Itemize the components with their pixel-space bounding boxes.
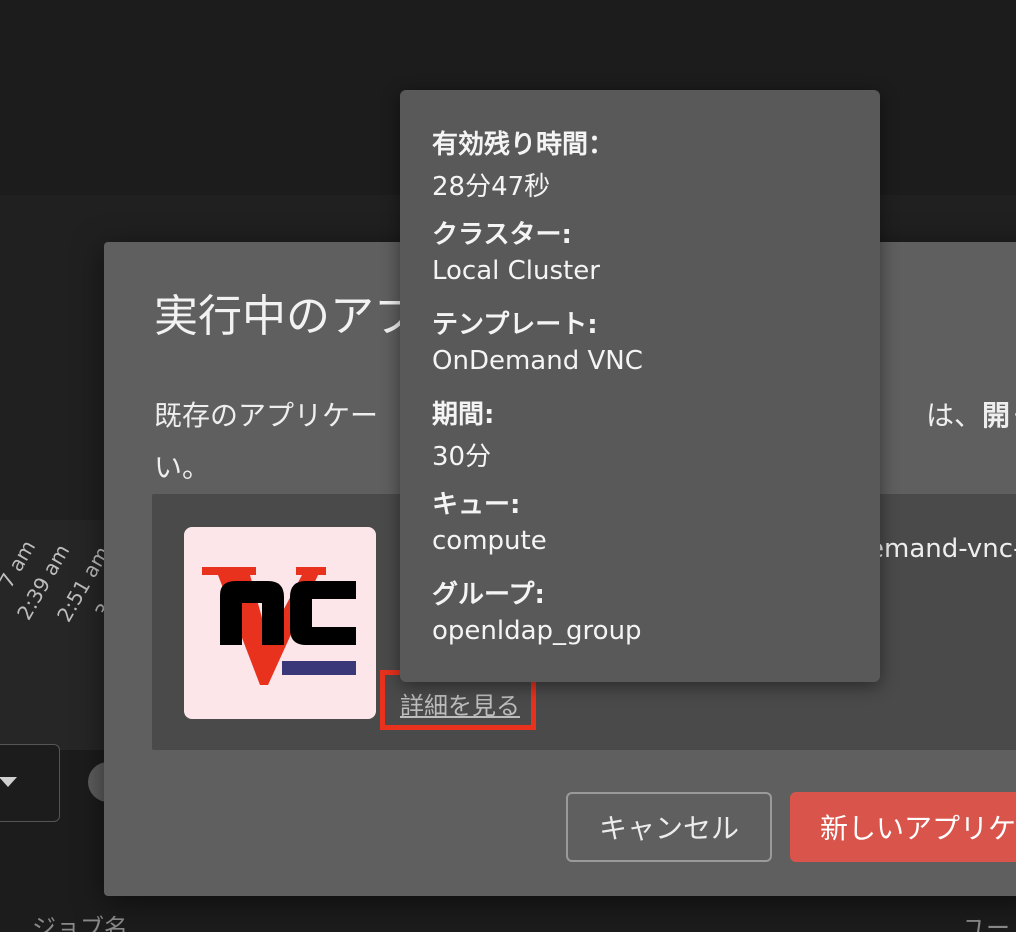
session-name: emand-vnc- <box>868 534 1016 564</box>
vnc-logo-icon <box>184 527 376 719</box>
tooltip-value-duration: 30分 <box>432 442 492 472</box>
tooltip-value-time-remaining: 28分47秒 <box>432 172 551 202</box>
description-open-keyword: 開く <box>982 399 1016 432</box>
tooltip-label-group: グループ: <box>432 580 545 610</box>
description-text-mid: は、開く を <box>926 390 1016 442</box>
tooltip-value-group: openldap_group <box>432 616 642 646</box>
session-details-tooltip: 有効残り時間： 28分47秒 クラスター: Local Cluster テンプレ… <box>400 90 880 682</box>
description-text-connector: は、 <box>926 399 983 432</box>
new-app-button[interactable]: 新しいアプリケ <box>790 792 1016 862</box>
tooltip-label-duration: 期間: <box>432 400 495 430</box>
cancel-button[interactable]: キャンセル <box>566 792 772 862</box>
table-header-user: ユー <box>962 914 1010 932</box>
table-header-job-name: ジョブ名 <box>32 914 128 932</box>
screen: 7 am 2:39 am 2:51 am 3:0 ジョブ名 ユー 実行中のアプ … <box>0 0 1016 932</box>
tooltip-value-cluster: Local Cluster <box>432 256 600 286</box>
dialog-title: 実行中のアプ <box>154 291 418 342</box>
tooltip-label-template: テンプレート: <box>432 310 598 340</box>
tooltip-value-queue: compute <box>432 526 547 556</box>
vnc-logo-graphic <box>202 567 356 685</box>
tooltip-label-queue: キュー: <box>432 490 521 520</box>
background-select[interactable] <box>0 744 60 822</box>
tooltip-label-time-remaining: 有効残り時間： <box>432 130 615 160</box>
tooltip-label-cluster: クラスター: <box>432 220 572 250</box>
caret-down-icon <box>0 777 17 787</box>
description-text-start: 既存のアプリケー <box>154 399 379 432</box>
tooltip-value-template: OnDemand VNC <box>432 346 643 376</box>
